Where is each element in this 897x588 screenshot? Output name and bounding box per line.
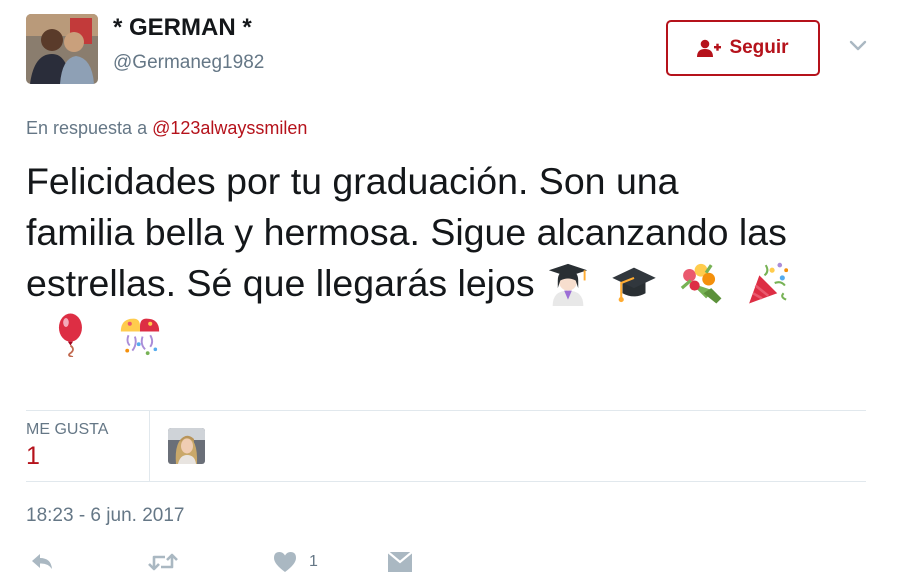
add-user-icon [697, 39, 722, 57]
balloon-emoji [59, 313, 83, 357]
reply-mention-link[interactable]: @123alwayssmilen [152, 118, 307, 138]
follow-button-label: Seguir [729, 37, 789, 58]
woman-graduate-emoji [548, 263, 588, 306]
reply-context: En respuesta a @123alwayssmilen [26, 118, 307, 139]
author-handle[interactable]: @Germaneg1982 [113, 52, 264, 74]
author-avatar[interactable] [26, 14, 98, 84]
divider-bottom [26, 481, 866, 482]
likes-label[interactable]: ME GUSTA [26, 421, 108, 439]
retweet-icon [148, 553, 178, 571]
direct-message-button[interactable] [387, 548, 413, 576]
liker-avatar[interactable] [168, 428, 205, 464]
like-button[interactable]: 1 [273, 548, 318, 576]
chevron-down-icon [849, 40, 867, 51]
stats-separator [149, 411, 150, 481]
divider-top [26, 410, 866, 411]
bouquet-emoji [680, 263, 722, 304]
tweet-text: Felicidades por tu graduación. Son una f… [26, 156, 876, 360]
more-options-chevron[interactable] [846, 36, 870, 56]
reply-icon [32, 554, 52, 569]
tweet-text-line2: familia bella y hermosa. Sigue alcanzand… [26, 211, 787, 253]
like-action-count: 1 [309, 553, 318, 570]
retweet-button[interactable] [148, 548, 178, 576]
tweet-text-line1: Felicidades por tu graduación. Son una [26, 160, 679, 202]
graduation-cap-emoji [612, 267, 657, 303]
follow-button[interactable]: Seguir [666, 20, 820, 76]
author-name[interactable]: * GERMAN * [113, 14, 252, 42]
confetti-ball-emoji [120, 318, 160, 356]
reply-button[interactable] [30, 548, 54, 576]
party-popper-emoji [749, 262, 789, 304]
envelope-icon [387, 551, 413, 572]
reply-context-prefix: En respuesta a [26, 118, 148, 138]
heart-icon [274, 552, 296, 572]
tweet-timestamp[interactable]: 18:23 - 6 jun. 2017 [26, 505, 184, 527]
likes-count[interactable]: 1 [26, 442, 40, 471]
tweet-text-line3: estrellas. Sé que llegarás lejos [26, 262, 535, 304]
